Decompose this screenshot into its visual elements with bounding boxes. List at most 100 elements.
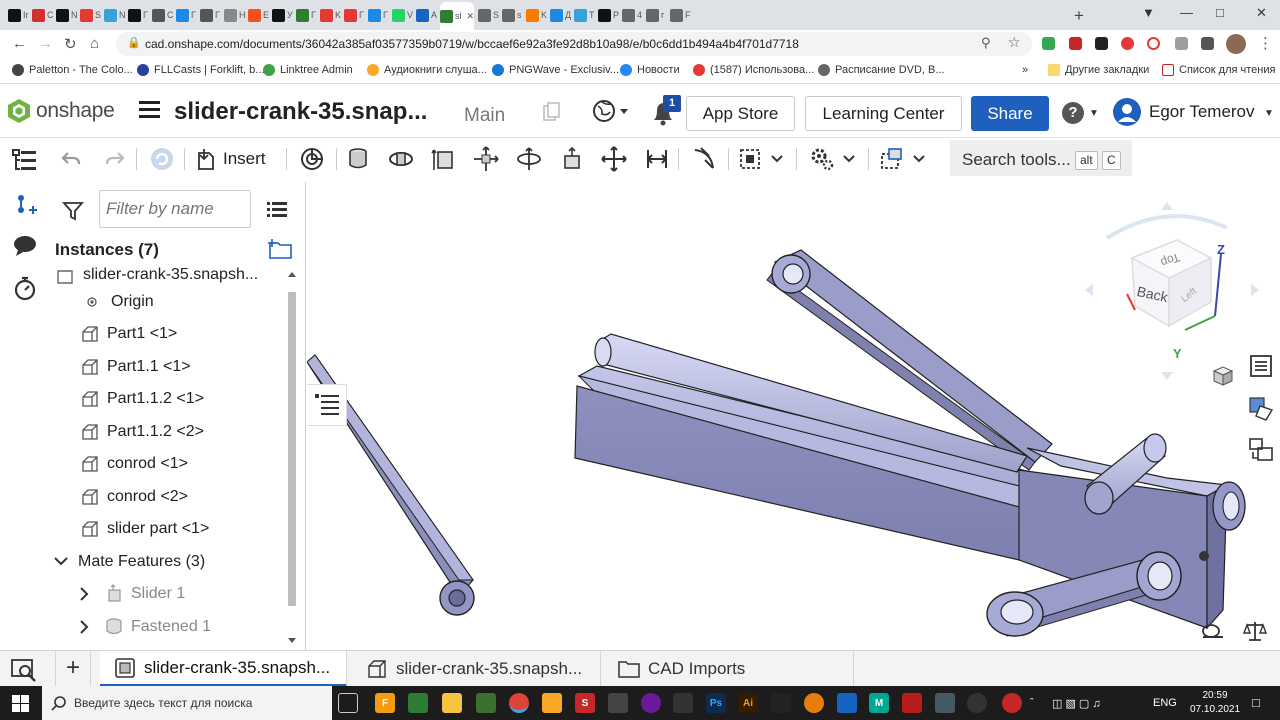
browser-tab[interactable]: N <box>104 4 126 26</box>
taskbar-app-icon[interactable]: S <box>575 693 595 713</box>
zoom-icon[interactable]: ⚲ <box>981 35 991 51</box>
lock-icon[interactable]: 🔒 <box>127 36 141 49</box>
taskbar-app-icon[interactable] <box>771 693 791 713</box>
extension-icon[interactable] <box>1147 37 1160 50</box>
browser-tab[interactable]: N <box>56 4 78 26</box>
chevron-down-icon[interactable] <box>842 145 856 173</box>
tangent-mate-icon[interactable] <box>690 145 718 173</box>
appearance-panel-icon[interactable] <box>1247 394 1275 422</box>
reading-list-button[interactable]: Список для чтения <box>1162 64 1275 76</box>
chevron-right-icon[interactable] <box>80 620 90 634</box>
blender-icon[interactable] <box>804 693 824 713</box>
browser-tab[interactable]: Ir <box>8 4 30 26</box>
extension-icon[interactable] <box>1175 37 1188 50</box>
learning-center-button[interactable]: Learning Center <box>805 96 962 131</box>
taskbar-app-icon[interactable] <box>542 693 562 713</box>
undo-icon[interactable] <box>57 145 85 173</box>
taskbar-app-icon[interactable] <box>935 693 955 713</box>
tree-item-part[interactable]: Part1.1.2 <2> <box>50 417 286 447</box>
browser-tab[interactable]: Г <box>176 4 198 26</box>
back-icon[interactable]: ← <box>12 35 27 52</box>
instance-list-icon[interactable] <box>11 146 39 174</box>
tree-item-origin[interactable]: Origin <box>50 287 286 317</box>
bookmark-item[interactable]: Новости <box>620 64 680 76</box>
taskbar-app-icon[interactable] <box>837 693 857 713</box>
gear-relation-icon[interactable] <box>808 145 836 173</box>
close-tab-icon[interactable]: ✕ <box>466 11 474 22</box>
home-icon[interactable]: ⌂ <box>90 35 99 52</box>
browser-tab-active[interactable]: sl ✕ <box>440 2 474 30</box>
taskbar-app-icon[interactable] <box>902 693 922 713</box>
slider-mate-icon[interactable] <box>430 145 458 173</box>
list-view-icon[interactable] <box>267 201 287 219</box>
language-indicator[interactable]: ENG <box>1153 697 1177 709</box>
tree-item-part[interactable]: slider part <1> <box>50 514 286 544</box>
file-explorer-icon[interactable] <box>442 693 462 713</box>
revolute-mate-icon[interactable] <box>387 145 415 173</box>
bookmark-item[interactable]: Расписание DVD, B... <box>818 64 945 76</box>
windows-start-icon[interactable] <box>12 695 29 712</box>
taskbar-app-icon[interactable]: M <box>869 693 889 713</box>
browser-tab[interactable]: F <box>670 4 692 26</box>
tree-scrollbar[interactable] <box>287 270 297 648</box>
extension-icon[interactable] <box>1095 37 1108 50</box>
browser-tab[interactable]: H <box>224 4 246 26</box>
menu-dots-icon[interactable]: ⋮ <box>1258 34 1273 52</box>
browser-tab[interactable]: K <box>320 4 342 26</box>
chevron-down-icon[interactable] <box>770 145 784 173</box>
new-tab-button[interactable]: + <box>1074 6 1084 26</box>
browser-tab[interactable]: K <box>526 4 548 26</box>
tree-item-part[interactable]: conrod <1> <box>50 449 286 479</box>
tab-part-studio[interactable]: slider-crank-35.snapsh... <box>352 651 601 687</box>
browser-tab[interactable]: Г <box>368 4 390 26</box>
bookmark-item[interactable]: Linktree Admin <box>263 64 353 76</box>
extension-icon[interactable] <box>1121 37 1134 50</box>
tab-assembly[interactable]: slider-crank-35.snapsh... <box>100 651 347 687</box>
taskbar-app-icon[interactable] <box>967 693 987 713</box>
taskbar-app-icon[interactable] <box>408 693 428 713</box>
browser-tab[interactable]: Г <box>200 4 222 26</box>
insert-mate-icon[interactable] <box>11 192 39 220</box>
document-title[interactable]: slider-crank-35.snap... <box>174 98 427 126</box>
redo-icon[interactable] <box>101 145 129 173</box>
browser-tab[interactable]: г <box>646 4 668 26</box>
workspace-branch[interactable]: Main <box>464 105 505 127</box>
chevron-down-icon[interactable] <box>912 145 926 173</box>
puzzle-icon[interactable] <box>1201 37 1214 50</box>
taskbar-app-icon[interactable]: F <box>375 693 395 713</box>
taskbar-app-icon[interactable] <box>641 693 661 713</box>
notifications-icon[interactable]: □ <box>1252 695 1260 710</box>
animation-timer-icon[interactable] <box>11 275 39 303</box>
mate-connector-icon[interactable] <box>736 145 764 173</box>
extension-icon[interactable] <box>1042 37 1055 50</box>
browser-tab[interactable]: C <box>152 4 174 26</box>
system-clock[interactable]: 20:59 07.10.2021 <box>1190 689 1240 717</box>
illustrator-icon[interactable]: Ai <box>738 693 758 713</box>
fastened-mate-icon[interactable] <box>344 145 372 173</box>
task-view-icon[interactable] <box>338 693 358 713</box>
other-bookmarks-folder[interactable]: Другие закладки <box>1048 64 1149 76</box>
browser-tab[interactable]: P <box>598 4 620 26</box>
bookmark-item[interactable]: Аудиокниги слуша... <box>367 64 487 76</box>
browser-tab[interactable]: T <box>574 4 596 26</box>
taskbar-app-icon[interactable] <box>476 693 496 713</box>
view-cube[interactable]: Top Back Left Z Y <box>1077 198 1267 398</box>
help-icon[interactable]: ? <box>1062 102 1084 124</box>
star-icon[interactable]: ☆ <box>1008 34 1021 51</box>
document-menu-icon[interactable] <box>139 101 160 122</box>
browser-tab[interactable]: Г <box>128 4 150 26</box>
taskbar-app-icon[interactable] <box>608 693 628 713</box>
browser-profile-avatar[interactable] <box>1226 34 1246 54</box>
tray-chevron-icon[interactable]: ˆ <box>1030 697 1034 709</box>
browser-tab[interactable]: E <box>248 4 270 26</box>
user-name[interactable]: Egor Temerov <box>1149 102 1255 122</box>
browser-tab[interactable]: S <box>478 4 500 26</box>
browser-tab[interactable]: Г <box>344 4 366 26</box>
insert-button[interactable]: Insert <box>196 144 266 174</box>
bookmark-item[interactable]: Paletton - The Colo... <box>12 64 133 76</box>
browser-tab[interactable]: S <box>80 4 102 26</box>
browser-tab[interactable]: A <box>416 4 438 26</box>
photoshop-icon[interactable]: Ps <box>706 693 726 713</box>
taskbar-app-icon[interactable] <box>673 693 693 713</box>
tree-item-part[interactable]: Part1.1 <1> <box>50 352 286 382</box>
